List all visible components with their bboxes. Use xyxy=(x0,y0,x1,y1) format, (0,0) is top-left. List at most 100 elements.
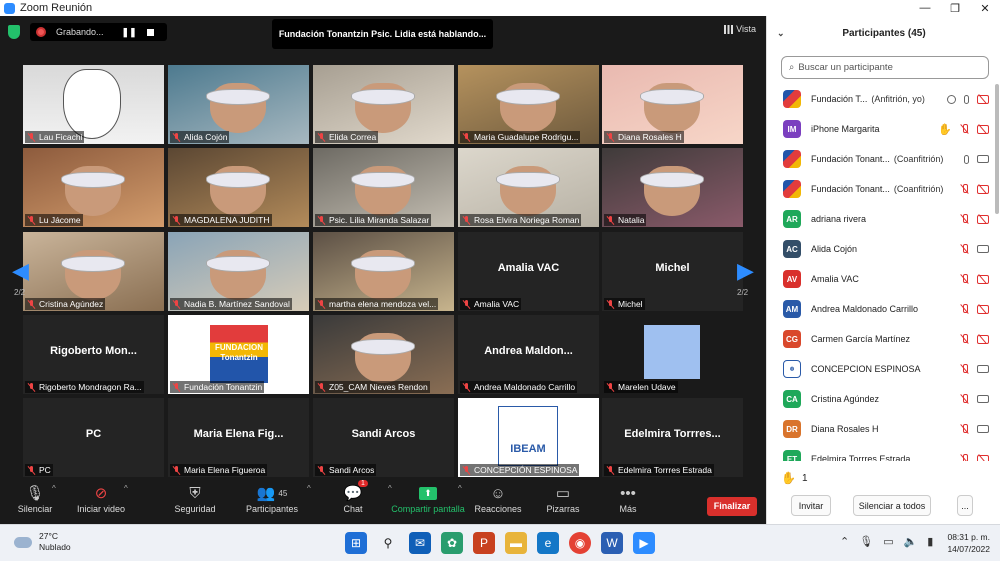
muted-mic-icon[interactable] xyxy=(960,214,969,224)
video-tile[interactable]: FUNDACION Tonantzin Fundación Tonantzin xyxy=(168,315,309,394)
muted-mic-icon[interactable] xyxy=(960,274,969,284)
video-tile[interactable]: IBEAM CONCEPCIÓN ESPINOSA xyxy=(458,398,599,477)
participant-row[interactable]: ET Edelmira Torrres Estrada xyxy=(767,444,995,461)
start-menu-icon[interactable]: ⊞ xyxy=(345,532,367,554)
video-tile[interactable]: Rigoberto Mon... Rigoberto Mondragon Ra..… xyxy=(23,315,164,394)
close-button[interactable]: ✕ xyxy=(970,2,1000,15)
video-tile[interactable]: MAGDALENA JUDITH xyxy=(168,148,309,227)
camera-off-icon[interactable] xyxy=(977,274,989,284)
tray-microphone-icon[interactable]: 🎙 xyxy=(859,535,873,548)
microphone-icon[interactable] xyxy=(964,94,969,104)
participant-row[interactable]: ◍ CONCEPCION ESPINOSA xyxy=(767,354,995,384)
video-tile[interactable]: Maria Guadalupe Rodrigu... xyxy=(458,65,599,144)
stop-recording-icon[interactable] xyxy=(146,28,154,36)
video-tile[interactable]: Psic. Lilia Miranda Salazar xyxy=(313,148,454,227)
panel-scrollbar[interactable] xyxy=(995,84,999,214)
pause-recording-icon[interactable]: ❚❚ xyxy=(122,27,137,38)
mail-icon[interactable]: ✉ xyxy=(409,532,431,554)
chrome-browser-icon[interactable]: ◉ xyxy=(569,532,591,554)
video-tile[interactable]: Lu Jácome xyxy=(23,148,164,227)
camera-icon[interactable] xyxy=(977,365,989,373)
search-taskbar-icon[interactable]: ⚲ xyxy=(377,532,399,554)
invite-button[interactable]: Invitar xyxy=(791,495,831,516)
microphone-icon[interactable] xyxy=(964,154,969,164)
video-tile[interactable]: Rosa Elvira Noriega Roman xyxy=(458,148,599,227)
participant-row[interactable]: Fundación Tonant... (Coanfitrión) xyxy=(767,144,995,174)
camera-icon[interactable] xyxy=(977,155,989,163)
video-tile[interactable]: Lau Ficachi xyxy=(23,65,164,144)
next-page-arrow-icon[interactable]: ▶ xyxy=(737,258,754,284)
video-tile[interactable]: Alida Cojón xyxy=(168,65,309,144)
minimize-button[interactable]: — xyxy=(910,2,940,15)
video-tile[interactable]: Michel Michel xyxy=(602,232,743,311)
muted-mic-icon[interactable] xyxy=(960,304,969,314)
view-button[interactable]: Vista xyxy=(724,24,756,34)
edge-browser-icon[interactable]: e xyxy=(537,532,559,554)
previous-page-arrow-icon[interactable]: ◀ xyxy=(12,258,29,284)
participant-row[interactable]: AR adriana rivera xyxy=(767,204,995,234)
video-tile[interactable]: Amalia VAC Amalia VAC xyxy=(458,232,599,311)
muted-mic-icon[interactable] xyxy=(960,394,969,404)
video-tile[interactable]: Marelen Udave xyxy=(602,315,743,394)
powerpoint-icon[interactable]: P xyxy=(473,532,495,554)
panel-more-button[interactable]: ... xyxy=(957,495,973,516)
camera-icon[interactable] xyxy=(977,425,989,433)
participant-row[interactable]: IM iPhone Margarita ✋ xyxy=(767,114,995,144)
camera-off-icon[interactable] xyxy=(977,184,989,194)
camera-off-icon[interactable] xyxy=(977,334,989,344)
muted-mic-icon[interactable] xyxy=(960,334,969,344)
camera-off-icon[interactable] xyxy=(977,94,989,104)
video-tile[interactable]: Edelmira Torrres... Edelmira Torrres Estr… xyxy=(602,398,743,477)
battery-icon[interactable]: ▮ xyxy=(927,535,933,548)
muted-mic-icon[interactable] xyxy=(960,364,969,374)
volume-icon[interactable]: 🔈 xyxy=(904,535,918,548)
gallery-app-icon[interactable]: ✿ xyxy=(441,532,463,554)
video-tile[interactable]: Elida Correa xyxy=(313,65,454,144)
participant-row[interactable]: Fundación T... (Anfitrión, yo) xyxy=(767,84,995,114)
participant-search-input[interactable]: ⌕ Buscar un participante xyxy=(781,56,989,79)
reactions-button[interactable]: ☺ Reacciones xyxy=(463,482,533,515)
security-shield-icon[interactable] xyxy=(8,25,20,39)
camera-off-icon[interactable] xyxy=(977,214,989,224)
maximize-button[interactable]: ❐ xyxy=(940,2,970,15)
video-tile[interactable]: Sandi Arcos Sandi Arcos xyxy=(313,398,454,477)
start-video-button[interactable]: ⊘ ^ Iniciar video xyxy=(66,482,136,514)
participant-row[interactable]: CG Carmen García Martínez xyxy=(767,324,995,354)
video-tile[interactable]: Nadia B. Martínez Sandoval xyxy=(168,232,309,311)
muted-mic-icon[interactable] xyxy=(960,244,969,254)
file-explorer-icon[interactable]: ▬ xyxy=(505,532,527,554)
end-meeting-button[interactable]: Finalizar xyxy=(707,497,757,516)
camera-icon[interactable] xyxy=(977,245,989,253)
weather-widget[interactable]: 27°C Nublado xyxy=(14,531,71,553)
muted-mic-icon[interactable] xyxy=(960,454,969,461)
muted-mic-icon[interactable] xyxy=(960,124,969,134)
camera-off-icon[interactable] xyxy=(977,304,989,314)
camera-off-icon[interactable] xyxy=(977,124,989,134)
participant-row[interactable]: CA Cristina Agúndez xyxy=(767,384,995,414)
mute-all-button[interactable]: Silenciar a todos xyxy=(853,495,931,516)
video-tile[interactable]: Z05_CAM Nieves Rendon xyxy=(313,315,454,394)
participant-row[interactable]: AC Alida Cojón xyxy=(767,234,995,264)
taskbar-clock[interactable]: 08:31 p. m. 14/07/2022 xyxy=(944,531,990,555)
video-tile[interactable]: martha elena mendoza vel... xyxy=(313,232,454,311)
collapse-chevron-icon[interactable]: ⌄ xyxy=(777,28,785,39)
camera-off-icon[interactable] xyxy=(977,454,989,461)
video-tile[interactable]: PC PC xyxy=(23,398,164,477)
participant-row[interactable]: Fundación Tonant... (Coanfitrión) xyxy=(767,174,995,204)
zoom-taskbar-icon[interactable]: ▶ xyxy=(633,532,655,554)
muted-mic-icon[interactable] xyxy=(960,184,969,194)
video-tile[interactable]: Diana Rosales H xyxy=(602,65,743,144)
chat-button[interactable]: 💬 1 ^ Chat xyxy=(318,480,392,514)
more-button[interactable]: ••• Más xyxy=(593,482,663,515)
whiteboards-button[interactable]: ▭ Pizarras xyxy=(528,482,598,514)
video-tile[interactable]: Andrea Maldon... Andrea Maldonado Carrill… xyxy=(458,315,599,394)
video-tile[interactable]: Cristina Agúndez xyxy=(23,232,164,311)
participant-row[interactable]: AM Andrea Maldonado Carrillo xyxy=(767,294,995,324)
word-icon[interactable]: W xyxy=(601,532,623,554)
participants-button[interactable]: 👥 45 ^ Participantes xyxy=(237,482,311,514)
camera-icon[interactable] xyxy=(977,395,989,403)
video-tile[interactable]: Maria Elena Fig... Maria Elena Figueroa xyxy=(168,398,309,477)
video-tile[interactable]: Natalia xyxy=(602,148,743,227)
show-hidden-icons-chevron-icon[interactable]: ⌃ xyxy=(840,535,849,548)
network-icon[interactable]: ▭ xyxy=(883,535,893,548)
